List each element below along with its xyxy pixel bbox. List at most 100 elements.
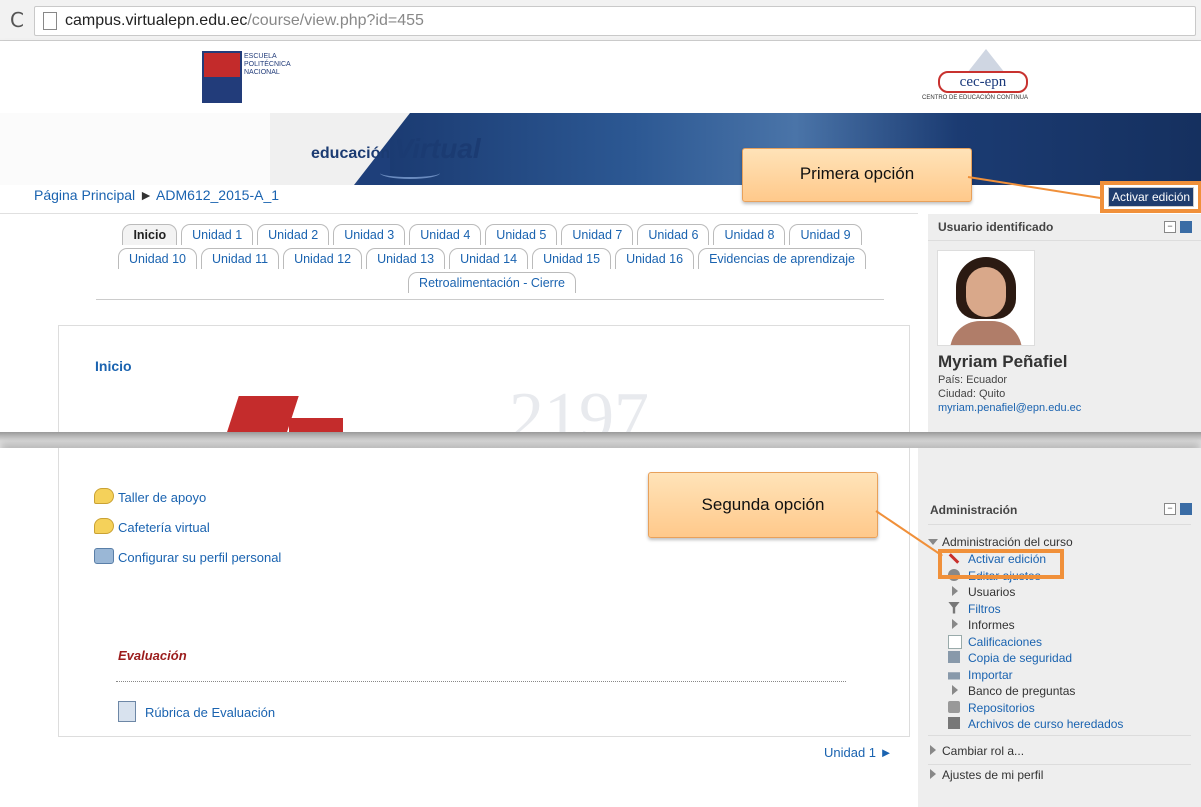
callout-first-option: Primera opción xyxy=(742,148,972,202)
admin-block: Administración − Administración del curs… xyxy=(918,448,1201,807)
admin-item-informes[interactable]: Informes xyxy=(952,618,1015,632)
course-page-bottom: Taller de apoyo Cafetería virtual Config… xyxy=(0,448,1201,807)
tab-inicio[interactable]: Inicio xyxy=(122,224,178,245)
activity-taller[interactable]: Taller de apoyo xyxy=(94,488,207,505)
admin-item-usuarios[interactable]: Usuarios xyxy=(952,585,1015,599)
breadcrumb-home[interactable]: Página Principal xyxy=(34,187,135,203)
user-city: Ciudad: Quito xyxy=(938,388,1006,400)
tab-unidad-4[interactable]: Unidad 4 xyxy=(409,224,482,245)
tab-unidad-8[interactable]: Unidad 8 xyxy=(713,224,786,245)
section-title: Inicio xyxy=(95,358,132,374)
reload-icon[interactable]: C xyxy=(10,8,24,32)
folder-icon xyxy=(948,717,960,729)
activity-cafeteria[interactable]: Cafetería virtual xyxy=(94,518,210,535)
course-admin-node[interactable]: Administración del curso xyxy=(928,535,1073,549)
admin-item-label: Filtros xyxy=(968,601,1001,616)
tab-unidad-7[interactable]: Unidad 7 xyxy=(561,224,634,245)
profile-settings-label: Ajustes de mi perfil xyxy=(942,768,1044,782)
admin-item-repositorios[interactable]: Repositorios xyxy=(948,700,1035,715)
epn-logo[interactable]: ESCUELA POLITÉCNICA NACIONAL xyxy=(192,49,364,111)
section-box: Inicio 2197 xyxy=(58,325,910,437)
rubric-link[interactable]: Rúbrica de Evaluación xyxy=(145,705,275,720)
tab-unidad-15[interactable]: Unidad 15 xyxy=(532,248,612,269)
tab-unidad-6[interactable]: Unidad 6 xyxy=(637,224,710,245)
user-country: País: Ecuador xyxy=(938,374,1008,386)
url-text[interactable]: campus.virtualepn.edu.ec/course/view.php… xyxy=(65,12,424,30)
divider xyxy=(0,213,918,214)
expand-icon xyxy=(930,745,936,755)
admin-item-calificaciones[interactable]: Calificaciones xyxy=(948,634,1042,649)
avatar[interactable] xyxy=(937,250,1035,346)
course-page-top: ESCUELA POLITÉCNICA NACIONAL cec-epn CEN… xyxy=(0,41,1201,437)
tab-unidad-13[interactable]: Unidad 13 xyxy=(366,248,446,269)
admin-item-importar[interactable]: Importar xyxy=(948,668,1013,682)
tab-unidad-9[interactable]: Unidad 9 xyxy=(789,224,862,245)
divider xyxy=(928,735,1191,736)
minimize-icon[interactable]: − xyxy=(1164,221,1176,233)
tab-underline xyxy=(96,299,884,300)
dotted-divider xyxy=(116,681,846,682)
breadcrumb-separator: ► xyxy=(139,187,153,203)
tab-row-3: Retroalimentación - Cierre xyxy=(92,272,892,296)
switch-role-node[interactable]: Cambiar rol a... xyxy=(930,744,1024,758)
profile-page-icon xyxy=(94,548,114,564)
epn-name: ESCUELA POLITÉCNICA NACIONAL xyxy=(244,53,291,76)
tab-unidad-14[interactable]: Unidad 14 xyxy=(449,248,529,269)
activar-edicion-button[interactable]: Activar edición xyxy=(1108,187,1195,207)
banner-left xyxy=(0,113,275,185)
activity-label: Cafetería virtual xyxy=(118,520,210,535)
banner-title: educación Virtual xyxy=(311,133,481,165)
import-icon xyxy=(948,672,960,680)
tab-unidad-16[interactable]: Unidad 16 xyxy=(615,248,695,269)
mouse-swoosh-icon xyxy=(380,167,440,179)
breadcrumb: Página Principal ► ADM612_2015-A_1 xyxy=(34,187,279,203)
admin-item-copia-de-seguridad[interactable]: Copia de seguridad xyxy=(948,651,1072,665)
expand-icon xyxy=(952,685,958,695)
url-path: /course/view.php?id=455 xyxy=(247,12,424,29)
dock-icon[interactable] xyxy=(1180,221,1192,233)
profile-settings-node[interactable]: Ajustes de mi perfil xyxy=(930,768,1044,782)
tab-unidad-11[interactable]: Unidad 11 xyxy=(201,248,280,269)
user-email[interactable]: myriam.penafiel@epn.edu.ec xyxy=(938,402,1081,414)
cec-epn-logo[interactable]: cec-epn CENTRO DE EDUCACIÓN CONTINUA xyxy=(922,49,1042,111)
admin-item-label: Archivos de curso heredados xyxy=(968,717,1124,731)
admin-title: Administración xyxy=(930,503,1018,517)
activity-label: Taller de apoyo xyxy=(118,490,207,505)
tab-unidad-2[interactable]: Unidad 2 xyxy=(257,224,330,245)
admin-item-archivos-de-curso-heredados[interactable]: Archivos de curso heredados xyxy=(948,717,1124,731)
collapse-icon xyxy=(928,539,938,545)
admin-item-label: Banco de preguntas xyxy=(968,684,1076,698)
admin-item-filtros[interactable]: Filtros xyxy=(948,601,1001,616)
tab-unidad-3[interactable]: Unidad 3 xyxy=(333,224,406,245)
tab-unidad-1[interactable]: Unidad 1 xyxy=(181,224,254,245)
cec-subtitle: CENTRO DE EDUCACIÓN CONTINUA xyxy=(922,95,1029,101)
user-block-header: Usuario identificado − xyxy=(928,214,1201,241)
activity-perfil[interactable]: Configurar su perfil personal xyxy=(94,548,281,565)
address-bar[interactable]: campus.virtualepn.edu.ec/course/view.php… xyxy=(34,6,1196,36)
minimize-icon[interactable]: − xyxy=(1164,503,1176,515)
dock-icon[interactable] xyxy=(1180,503,1192,515)
divider xyxy=(928,524,1191,525)
tab-retroalimentaci-n-cierre[interactable]: Retroalimentación - Cierre xyxy=(408,272,576,293)
tab-row-1: Inicio Unidad 1 Unidad 2 Unidad 3 Unidad 4 Un… xyxy=(92,224,892,248)
tab-unidad-12[interactable]: Unidad 12 xyxy=(283,248,363,269)
tab-unidad-10[interactable]: Unidad 10 xyxy=(118,248,197,269)
browser-toolbar: C campus.virtualepn.edu.ec/course/view.p… xyxy=(0,0,1201,41)
url-host: campus.virtualepn.edu.ec xyxy=(65,12,248,29)
breadcrumb-course[interactable]: ADM612_2015-A_1 xyxy=(156,187,279,203)
filter-icon xyxy=(948,601,960,614)
rubric-document-icon xyxy=(118,701,136,722)
course-banner-watermark: 2197 xyxy=(509,379,649,437)
backup-icon xyxy=(948,651,960,663)
admin-item-banco-de-preguntas[interactable]: Banco de preguntas xyxy=(952,684,1076,698)
forum-bubble-icon xyxy=(94,518,114,534)
tab-evidencias-de-aprendizaje[interactable]: Evidencias de aprendizaje xyxy=(698,248,866,269)
evaluation-title: Evaluación xyxy=(118,648,187,663)
divider xyxy=(928,764,1191,765)
user-block: Usuario identificado − Myriam Peñafiel P… xyxy=(928,214,1201,437)
page-icon xyxy=(43,12,57,30)
next-unit-link[interactable]: Unidad 1 ► xyxy=(824,745,893,760)
grades-icon xyxy=(948,634,962,649)
tab-unidad-5[interactable]: Unidad 5 xyxy=(485,224,558,245)
avatar-body xyxy=(950,321,1022,345)
